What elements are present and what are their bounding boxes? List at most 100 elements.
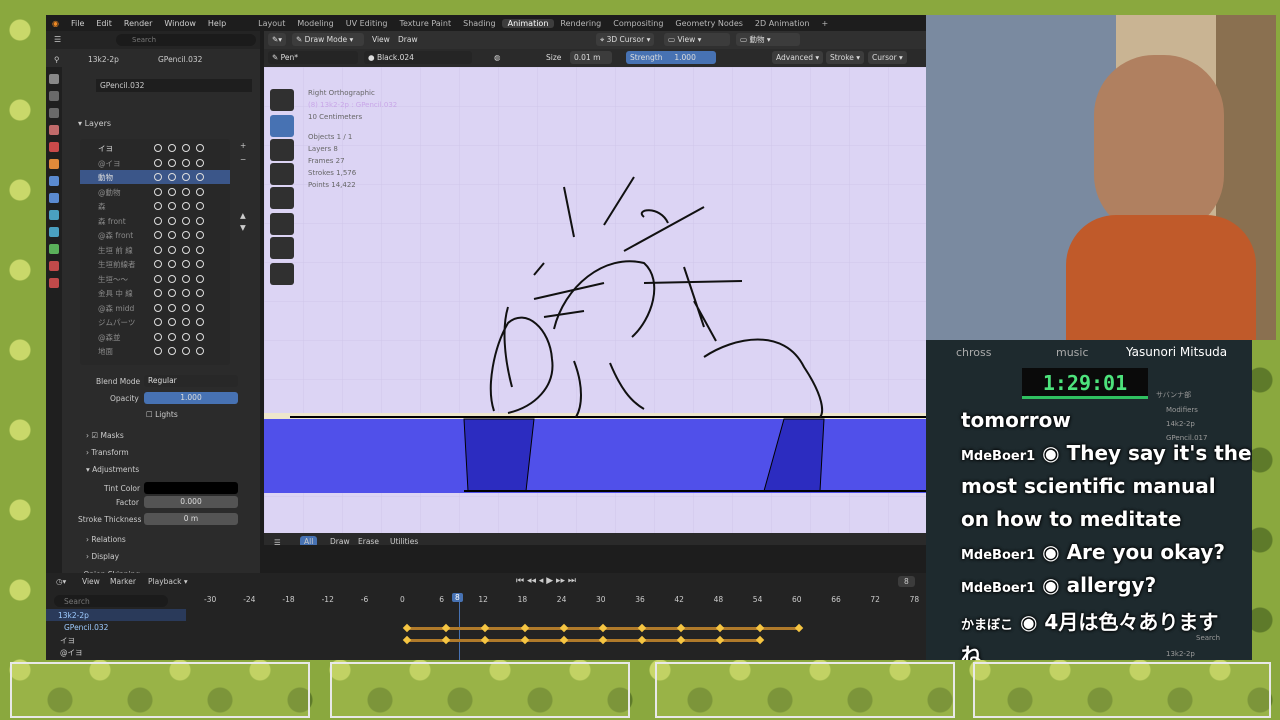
keyframe-diamond[interactable]	[559, 635, 568, 645]
ws-uv[interactable]: UV Editing	[340, 19, 394, 28]
shelf-tab-draw[interactable]: Draw	[330, 537, 350, 545]
mask-icon[interactable]	[154, 216, 162, 225]
onion-icon[interactable]	[168, 158, 176, 167]
onion-icon[interactable]	[168, 347, 176, 355]
keyframe-diamond[interactable]	[598, 635, 608, 645]
eye-icon[interactable]	[182, 303, 190, 312]
advanced-menu[interactable]: Advanced ▾	[772, 51, 824, 64]
keyframe-diamond[interactable]	[755, 635, 764, 645]
keyframe-diamond[interactable]	[677, 635, 686, 645]
ws-compositing[interactable]: Compositing	[607, 19, 669, 28]
menu-window[interactable]: Window	[158, 19, 202, 28]
add-workspace-button[interactable]: +	[815, 19, 834, 28]
eye-icon[interactable]	[182, 187, 190, 196]
mask-icon[interactable]	[154, 303, 162, 312]
view-menu[interactable]: View	[368, 33, 394, 46]
mask-icon[interactable]	[154, 274, 162, 283]
menu-help[interactable]: Help	[202, 19, 232, 28]
size-field[interactable]: 0.01 m	[570, 51, 612, 64]
material-select[interactable]: ● Black.024	[364, 51, 472, 64]
lock-icon[interactable]	[196, 231, 204, 239]
menu-edit[interactable]: Edit	[90, 19, 118, 28]
properties-search-input[interactable]: Search	[116, 34, 256, 46]
curve-tool-icon[interactable]	[270, 263, 294, 285]
shelf-tab-erase[interactable]: Erase	[358, 537, 379, 545]
keyframe-diamond[interactable]	[402, 623, 412, 633]
playback-controls[interactable]: ⏮ ◂◂ ◂ ▶ ▸▸ ⏭	[516, 576, 576, 586]
onion-icon[interactable]	[168, 173, 176, 181]
layer-row[interactable]: 動物	[80, 170, 230, 184]
lock-icon[interactable]	[196, 347, 204, 355]
material-tab-icon[interactable]	[49, 261, 59, 271]
ws-animation[interactable]: Animation	[501, 18, 555, 28]
layers-panel-title[interactable]: ▾ Layers	[78, 119, 111, 128]
shelf-tab-all[interactable]: All	[300, 536, 318, 545]
physics-tab-icon[interactable]	[49, 210, 59, 220]
layer-row[interactable]: 生垣前線者	[80, 257, 230, 271]
keyframe-diamond[interactable]	[559, 623, 568, 633]
menu-file[interactable]: File	[65, 19, 90, 28]
timeline-search-input[interactable]: Search	[54, 595, 168, 607]
ws-layout[interactable]: Layout	[252, 19, 291, 28]
transform-panel[interactable]: › Transform	[86, 448, 129, 457]
onion-icon[interactable]	[168, 231, 176, 239]
gpencil-breadcrumb[interactable]: GPencil.032	[158, 55, 202, 64]
shelf-tab-utilities[interactable]: Utilities	[390, 537, 418, 545]
lock-icon[interactable]	[196, 202, 204, 210]
object-breadcrumb[interactable]: 13k2-2p	[88, 55, 119, 64]
keyframe-diamond[interactable]	[637, 635, 647, 645]
timeline-view-menu[interactable]: View	[82, 577, 100, 586]
blend-mode-select[interactable]: Regular	[144, 375, 238, 387]
opacity-slider[interactable]: 1.000	[144, 392, 238, 404]
lock-icon[interactable]	[196, 260, 204, 268]
keyframe-diamond[interactable]	[794, 623, 804, 633]
onion-icon[interactable]	[168, 274, 176, 283]
current-frame-field[interactable]: 8	[898, 576, 915, 587]
tint-tool-icon[interactable]	[270, 213, 294, 235]
mask-icon[interactable]	[154, 332, 162, 341]
factor-field[interactable]: 0.000	[144, 496, 238, 508]
tint-color-swatch[interactable]	[144, 482, 238, 494]
draw-tool-icon[interactable]	[270, 115, 294, 137]
lights-checkbox[interactable]: ☐ Lights	[146, 410, 178, 419]
keyframe-diamond[interactable]	[520, 623, 529, 633]
keyframe-diamond[interactable]	[755, 623, 764, 633]
cursor-menu[interactable]: Cursor ▾	[868, 51, 907, 64]
lock-icon[interactable]	[196, 245, 204, 254]
eye-icon[interactable]	[182, 274, 190, 283]
keyframe-diamond[interactable]	[637, 623, 647, 633]
channel-layer-at-iyo[interactable]: @イヨ	[60, 647, 83, 658]
ws-geometry[interactable]: Geometry Nodes	[669, 19, 748, 28]
mask-icon[interactable]	[154, 245, 162, 254]
mask-icon[interactable]	[154, 260, 162, 268]
erase-tool-icon[interactable]	[270, 139, 294, 161]
timeline-marker-menu[interactable]: Marker	[110, 577, 136, 586]
onion-icon[interactable]	[168, 303, 176, 312]
ws-rendering[interactable]: Rendering	[554, 19, 607, 28]
output-tab-icon[interactable]	[49, 108, 59, 118]
ws-shading[interactable]: Shading	[457, 19, 502, 28]
layer-row[interactable]: 生垣 前 線	[80, 243, 230, 257]
masks-panel[interactable]: › ☑ Masks	[86, 431, 124, 440]
eyedropper-tool-icon[interactable]	[270, 237, 294, 259]
eye-icon[interactable]	[182, 332, 190, 341]
eye-icon[interactable]	[182, 158, 190, 167]
channel-layer-iyo[interactable]: イヨ	[60, 635, 75, 646]
channel-object[interactable]: 13k2-2p	[58, 611, 89, 620]
keyframe-diamond[interactable]	[520, 635, 529, 645]
collection-select[interactable]: ▭ 動物 ▾	[736, 33, 800, 46]
keyframe-diamond[interactable]	[677, 623, 686, 633]
mode-select[interactable]: ✎ Draw Mode ▾	[292, 33, 364, 46]
ws-texture[interactable]: Texture Paint	[393, 19, 457, 28]
modifier-tab-icon[interactable]	[49, 176, 59, 186]
onion-icon[interactable]	[168, 332, 176, 341]
onion-icon[interactable]	[168, 260, 176, 268]
lock-icon[interactable]	[196, 144, 204, 152]
tool-tab-icon[interactable]	[49, 74, 59, 84]
mask-icon[interactable]	[154, 289, 162, 297]
onion-icon[interactable]	[168, 202, 176, 210]
ws-modeling[interactable]: Modeling	[291, 19, 339, 28]
lock-icon[interactable]	[196, 216, 204, 225]
layer-row[interactable]: @イヨ	[80, 156, 230, 170]
mask-icon[interactable]	[154, 347, 162, 355]
